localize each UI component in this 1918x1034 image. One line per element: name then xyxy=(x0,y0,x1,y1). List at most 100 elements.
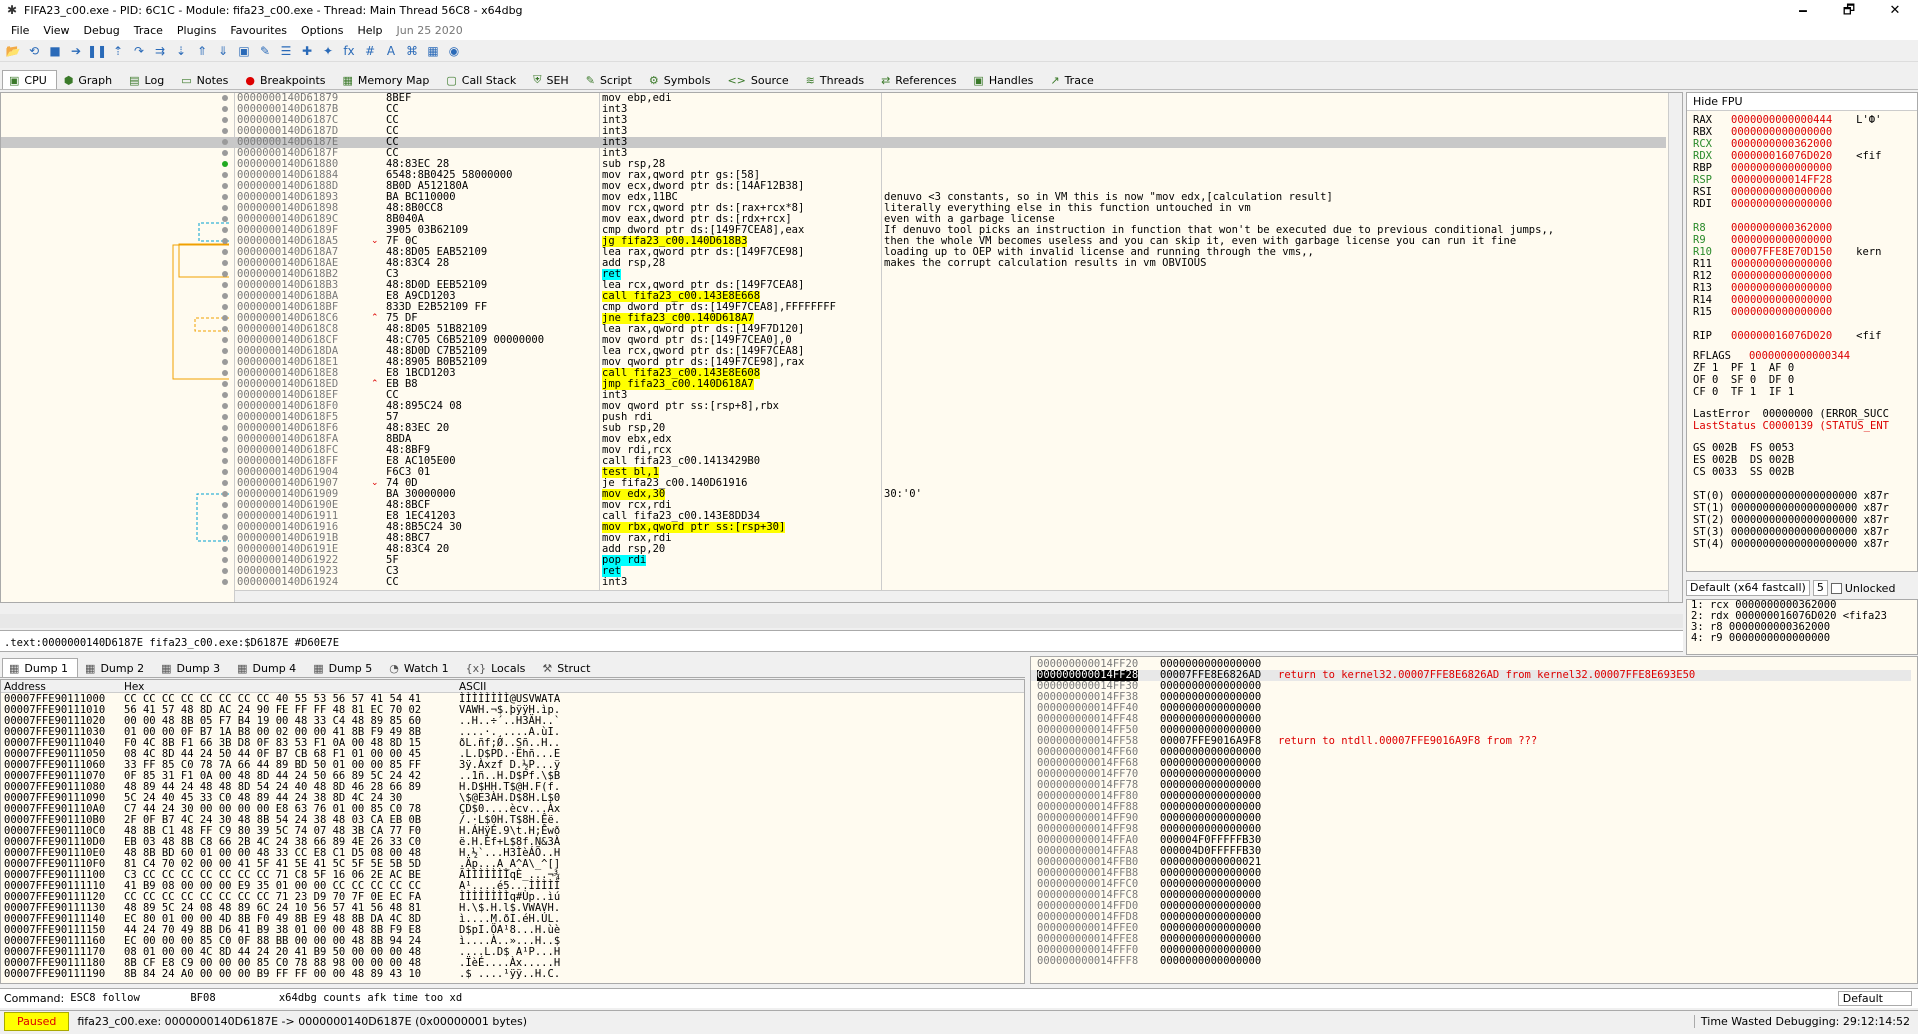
tab-cpu[interactable]: ▣ CPU xyxy=(2,70,57,89)
function-icon[interactable]: fx xyxy=(340,42,358,60)
menu-debug[interactable]: Debug xyxy=(77,24,127,37)
trace-into-icon[interactable]: ⇉ xyxy=(151,42,169,60)
tab-source[interactable]: <> Source xyxy=(720,70,798,89)
bookmark-icon[interactable]: ✦ xyxy=(319,42,337,60)
register-row[interactable]: RSI 0000000000000000 xyxy=(1693,187,1856,198)
unlocked-checkbox[interactable] xyxy=(1830,582,1842,594)
register-row[interactable]: RIP 000000016076D020 <fif xyxy=(1693,331,1881,342)
dump-tab-dump-3[interactable]: ▦ Dump 3 xyxy=(154,658,230,677)
breakpoint-dot[interactable] xyxy=(222,546,228,552)
maximize-button[interactable]: 🗗 xyxy=(1826,0,1872,21)
register-row[interactable]: RBX 0000000000000000 xyxy=(1693,127,1856,138)
register-value[interactable]: 0000000000000000 xyxy=(1731,306,1832,318)
flags-row[interactable]: OF 0 SF 0 DF 0 xyxy=(1693,375,1794,386)
register-value[interactable]: 0000000000000000 xyxy=(1731,258,1832,270)
disasm-row[interactable]: 0000000140D61924 CC int3 xyxy=(1,577,1666,588)
dump-view[interactable]: Address Hex ASCII 00007FFE90111000 CC CC … xyxy=(0,679,1025,984)
register-value[interactable]: 0000000000000000 xyxy=(1731,162,1832,174)
register-value[interactable]: 0000000000000000 xyxy=(1731,126,1832,138)
run-to-user-code-icon[interactable]: ⇓ xyxy=(214,42,232,60)
breakpoint-dot[interactable] xyxy=(222,238,228,244)
tab-log[interactable]: ▤ Log xyxy=(122,70,174,89)
flags-row[interactable]: CF 0 TF 1 IF 1 xyxy=(1693,387,1794,398)
breakpoint-dot[interactable] xyxy=(222,557,228,563)
flags-row[interactable]: ZF 1 PF 1 AF 0 xyxy=(1693,363,1794,374)
register-value[interactable]: 0000000000362000 xyxy=(1731,222,1832,234)
breakpoint-dot[interactable] xyxy=(222,392,228,398)
breakpoint-dot[interactable] xyxy=(222,293,228,299)
breakpoint-dot[interactable] xyxy=(222,106,228,112)
breakpoint-dot[interactable] xyxy=(222,337,228,343)
restart-icon[interactable]: ⟲ xyxy=(25,42,43,60)
breakpoint-dot[interactable] xyxy=(222,458,228,464)
disassembly-scrollbar[interactable] xyxy=(1668,93,1682,602)
open-icon[interactable]: 📂 xyxy=(4,42,22,60)
register-value[interactable]: 000000016076D020 xyxy=(1731,150,1832,162)
breakpoint-dot[interactable] xyxy=(222,249,228,255)
rflags-row[interactable]: RFLAGS 0000000000000344 xyxy=(1693,351,1850,362)
tab-handles[interactable]: ▣ Handles xyxy=(966,70,1043,89)
tab-call-stack[interactable]: ▢ Call Stack xyxy=(439,70,526,89)
dump-tab-struct[interactable]: ⚒ Struct xyxy=(535,658,600,677)
breakpoint-dot[interactable] xyxy=(222,205,228,211)
close-file-icon[interactable]: ■ xyxy=(46,42,64,60)
comment-icon[interactable]: ☰ xyxy=(277,42,295,60)
register-row[interactable]: RSP 000000000014FF28 xyxy=(1693,175,1856,186)
settings-icon[interactable]: ◉ xyxy=(445,42,463,60)
register-value[interactable]: 0000000000000000 xyxy=(1731,282,1832,294)
breakpoint-dot[interactable] xyxy=(222,128,228,134)
breakpoint-dot[interactable] xyxy=(222,359,228,365)
breakpoint-dot[interactable] xyxy=(222,139,228,145)
breakpoint-dot[interactable] xyxy=(222,161,228,167)
close-button[interactable]: ✕ xyxy=(1872,0,1918,21)
breakpoint-dot[interactable] xyxy=(222,348,228,354)
breakpoint-dot[interactable] xyxy=(222,117,228,123)
execute-till-return-icon[interactable]: ⇑ xyxy=(193,42,211,60)
breakpoint-dot[interactable] xyxy=(222,447,228,453)
register-row[interactable]: R11 0000000000000000 xyxy=(1693,259,1856,270)
register-row[interactable]: R15 0000000000000000 xyxy=(1693,307,1856,318)
breakpoint-dot[interactable] xyxy=(222,271,228,277)
patch-icon[interactable]: ✎ xyxy=(256,42,274,60)
stack-row[interactable]: 000000000014FFF8 0000000000000000 xyxy=(1031,956,1911,967)
menu-plugins[interactable]: Plugins xyxy=(170,24,223,37)
register-value[interactable]: 000000016076D020 xyxy=(1731,330,1832,342)
breakpoint-dot[interactable] xyxy=(222,194,228,200)
breakpoint-dot[interactable] xyxy=(222,513,228,519)
breakpoint-dot[interactable] xyxy=(222,381,228,387)
breakpoint-dot[interactable] xyxy=(222,304,228,310)
disassembly-hscrollbar[interactable] xyxy=(235,590,1668,602)
breakpoint-dot[interactable] xyxy=(222,227,228,233)
register-row[interactable]: R12 0000000000000000 xyxy=(1693,271,1856,282)
dump-tab-locals[interactable]: {x} Locals xyxy=(459,658,536,677)
breakpoint-dot[interactable] xyxy=(222,579,228,585)
dump-tab-dump-1[interactable]: ▦ Dump 1 xyxy=(2,658,79,677)
register-row[interactable]: RCX 0000000000362000 xyxy=(1693,139,1856,150)
breakpoint-dot[interactable] xyxy=(222,260,228,266)
register-value[interactable]: 00007FFE8E70D150 xyxy=(1731,246,1832,258)
hash-icon[interactable]: # xyxy=(361,42,379,60)
menu-help[interactable]: Help xyxy=(350,24,389,37)
command-input[interactable]: ESC8 follow BF08 x64dbg counts afk time … xyxy=(70,993,1838,1004)
tab-threads[interactable]: ≋ Threads xyxy=(799,70,874,89)
tab-breakpoints[interactable]: ● Breakpoints xyxy=(238,70,335,89)
register-row[interactable]: R13 0000000000000000 xyxy=(1693,283,1856,294)
calculator-icon[interactable]: ▦ xyxy=(424,42,442,60)
step-into-icon[interactable]: ⇡ xyxy=(109,42,127,60)
register-row[interactable]: RBP 0000000000000000 xyxy=(1693,163,1856,174)
tab-references[interactable]: ⇄ References xyxy=(874,70,966,89)
menu-file[interactable]: File xyxy=(4,24,36,37)
stack-value[interactable]: 0000000000000000 xyxy=(1160,956,1261,967)
breakpoint-dot[interactable] xyxy=(222,370,228,376)
registers-panel[interactable]: Hide FPU RAX 0000000000000444 L'Ф' RBX 00000… xyxy=(1686,92,1918,572)
tab-graph[interactable]: ⬢ Graph xyxy=(57,70,122,89)
register-row[interactable]: RDX 000000016076D020 <fif xyxy=(1693,151,1881,162)
breakpoint-dot[interactable] xyxy=(222,414,228,420)
register-row[interactable]: RAX 0000000000000444 L'Ф' xyxy=(1693,115,1881,126)
tab-trace[interactable]: ↗ Trace xyxy=(1043,70,1103,89)
call-stack-args[interactable]: 1: rcx 0000000000362000 2: rdx 0000000160… xyxy=(1686,599,1918,655)
breakpoint-dot[interactable] xyxy=(222,502,228,508)
dump-tab-dump-5[interactable]: ▦ Dump 5 xyxy=(306,658,382,677)
tab-seh[interactable]: ⛨ SEH xyxy=(526,70,578,89)
tab-memory-map[interactable]: ▦ Memory Map xyxy=(336,70,440,89)
